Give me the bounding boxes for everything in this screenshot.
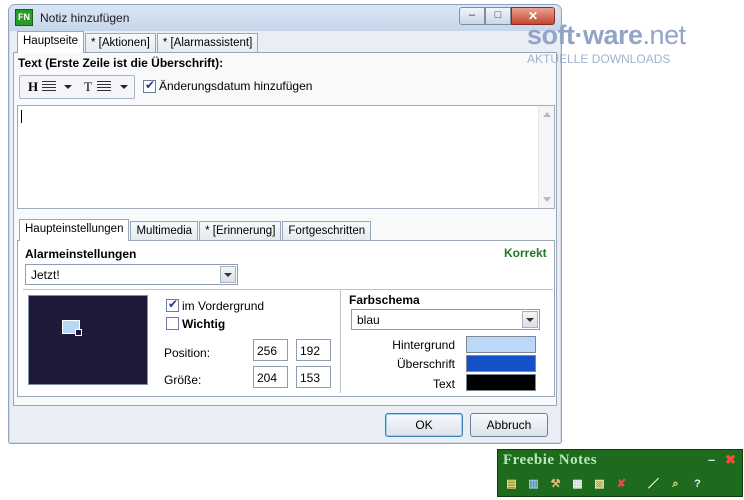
alarm-status-text: Korrekt <box>504 246 547 260</box>
heading-color-label: Überschrift <box>396 357 455 371</box>
foreground-label: im Vordergrund <box>182 299 265 313</box>
text-section-label: Text (Erste Zeile ist die Überschrift): <box>18 56 224 70</box>
heading-format-dropdown-icon[interactable] <box>64 85 72 89</box>
text-format-dropdown-icon[interactable] <box>120 85 128 89</box>
notes-list-icon[interactable]: ▤ <box>502 475 521 493</box>
alarm-settings-label: Alarmeinstellungen <box>25 247 137 261</box>
position-y-field[interactable]: 192 <box>296 339 331 361</box>
section-divider <box>23 289 553 290</box>
scroll-up-icon[interactable] <box>543 112 551 117</box>
chevron-down-icon <box>526 318 534 322</box>
new-note-icon[interactable]: ▥ <box>524 475 543 493</box>
preview-note-icon <box>62 320 82 336</box>
alarm-dropdown-button[interactable] <box>220 266 236 283</box>
tab-multimedia[interactable]: Multimedia <box>130 221 199 241</box>
help-icon[interactable]: ? <box>688 475 707 493</box>
delete-note-icon[interactable]: ✘ <box>612 475 631 493</box>
toolbar-minimize-icon[interactable]: – <box>708 452 715 467</box>
maximize-button[interactable]: □ <box>485 7 511 25</box>
vertical-divider <box>340 289 341 393</box>
color-scheme-dropdown-button[interactable] <box>522 311 538 328</box>
watermark-tagline: AKTUELLE DOWNLOADS <box>527 52 671 66</box>
note-dialog-window: FN Notiz hinzufügen – □ ✕ Hauptseite * [… <box>8 4 562 444</box>
note-preview <box>28 295 148 385</box>
tab-haupteinstellungen[interactable]: Haupteinstellungen <box>19 219 130 241</box>
pen-icon[interactable]: ／ <box>644 475 663 493</box>
alarm-time-select[interactable]: Jetzt! <box>25 264 238 285</box>
color-scheme-label: Farbschema <box>349 293 420 307</box>
background-color-swatch[interactable] <box>466 336 536 353</box>
check-icon: ✔ <box>168 297 179 311</box>
main-tab-strip: Hauptseite * [Aktionen] * [Alarmassisten… <box>17 31 259 53</box>
tab-alarmassistent[interactable]: * [Alarmassistent] <box>156 33 259 53</box>
heading-color-swatch[interactable] <box>466 355 536 372</box>
watermark-part-c: .net <box>642 20 687 50</box>
cancel-button[interactable]: Abbruch <box>470 413 548 437</box>
add-date-label: Änderungsdatum hinzufügen <box>159 79 313 93</box>
color-scheme-value: blau <box>357 313 380 327</box>
minimize-icon: – <box>468 9 476 21</box>
height-field[interactable]: 153 <box>296 366 331 388</box>
tab-erinnerung[interactable]: * [Erinnerung] <box>199 221 282 241</box>
position-label: Position: <box>164 346 211 360</box>
chevron-down-icon <box>224 273 232 277</box>
alarm-time-value: Jetzt! <box>31 268 60 282</box>
clipboard-icon[interactable]: ▧ <box>590 475 609 493</box>
text-caret <box>21 110 22 123</box>
important-label: Wichtig <box>182 317 226 331</box>
position-x-field[interactable]: 256 <box>253 339 288 361</box>
freebie-notes-title: Freebie Notes <box>503 452 598 468</box>
search-icon[interactable]: ⌕ <box>666 475 685 493</box>
text-format-label: T <box>84 79 92 94</box>
text-scrollbar[interactable] <box>538 106 554 208</box>
text-color-label: Text <box>432 377 455 391</box>
freebie-notes-toolbar: Freebie Notes – ✖ ▤ ▥ ⚒ ▦ ▧ ✘ ／ ⌕? <box>497 449 743 497</box>
window-title: Notiz hinzufügen <box>40 11 130 25</box>
calendar-icon[interactable]: ▦ <box>568 475 587 493</box>
watermark-part-b: ware <box>583 20 643 50</box>
tab-fortgeschritten[interactable]: Fortgeschritten <box>282 221 372 241</box>
toolbar-close-icon[interactable]: ✖ <box>725 452 736 468</box>
settings-tab-strip: Haupteinstellungen Multimedia * [Erinner… <box>19 219 372 241</box>
heading-align-icon[interactable] <box>42 81 56 91</box>
scroll-down-icon[interactable] <box>543 197 551 202</box>
size-label: Größe: <box>164 373 202 387</box>
color-scheme-select[interactable]: blau <box>351 309 540 330</box>
check-icon: ✔ <box>145 78 156 92</box>
width-field[interactable]: 204 <box>253 366 288 388</box>
note-text-area[interactable] <box>17 105 555 209</box>
heading-format-label: H <box>28 79 39 94</box>
text-align-icon[interactable] <box>97 81 111 91</box>
foreground-checkbox[interactable]: ✔ <box>166 297 179 312</box>
watermark-part-a: soft <box>527 20 575 50</box>
tools-icon[interactable]: ⚒ <box>546 475 565 493</box>
tab-aktionen[interactable]: * [Aktionen] <box>84 33 156 53</box>
format-toolbar: H T <box>19 75 135 99</box>
freebie-notes-app-icon: FN <box>15 9 33 26</box>
tab-hauptseite[interactable]: Hauptseite <box>17 31 84 53</box>
text-color-swatch[interactable] <box>466 374 536 391</box>
add-date-checkbox[interactable]: ✔ <box>143 78 156 93</box>
maximize-icon: □ <box>494 9 502 21</box>
minimize-button[interactable]: – <box>459 7 485 25</box>
toolbar-icon-row: ▤ ▥ ⚒ ▦ ▧ ✘ ／ ⌕? <box>502 474 738 494</box>
watermark-logo: soft·ware.net <box>527 20 687 50</box>
title-bar[interactable]: FN Notiz hinzufügen – □ ✕ <box>9 5 561 31</box>
ok-button[interactable]: OK <box>385 413 463 437</box>
important-checkbox[interactable] <box>166 317 179 330</box>
background-color-label: Hintergrund <box>392 338 455 352</box>
